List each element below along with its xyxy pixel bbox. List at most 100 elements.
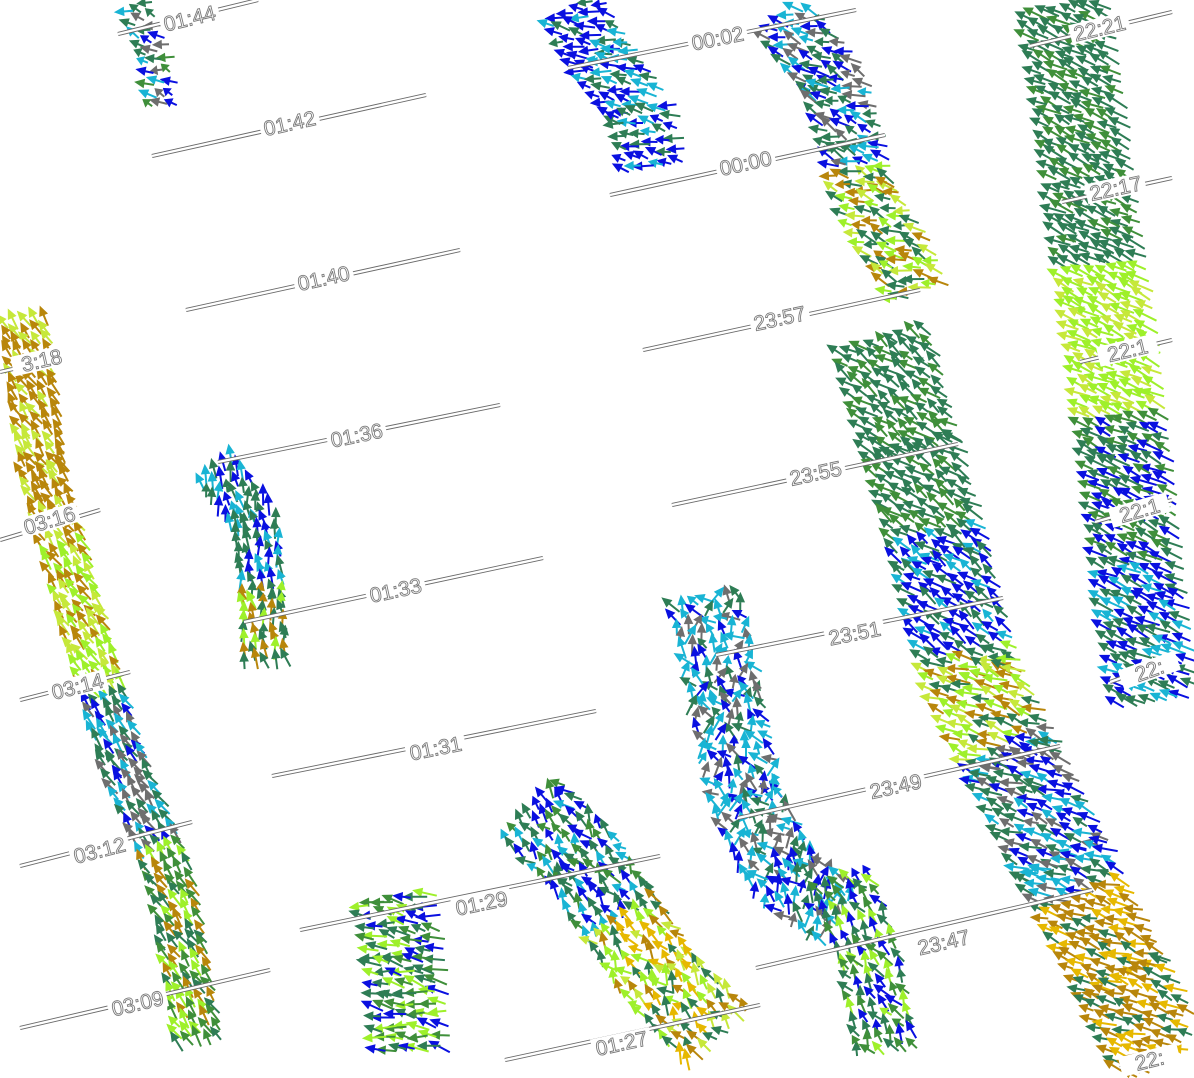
wind-vector-arrow — [772, 832, 782, 848]
wind-vector-arrow — [627, 95, 649, 105]
wind-vector-arrow — [844, 954, 864, 968]
wind-vector-arrow — [696, 1037, 712, 1053]
wind-vector-arrow — [898, 214, 920, 225]
wind-vector-arrow — [858, 1043, 876, 1055]
wind-vector-arrow — [1001, 802, 1017, 813]
wind-vector-arrow — [980, 621, 999, 632]
wind-vector-arrow — [656, 986, 673, 996]
wind-vector-arrow — [1179, 677, 1194, 687]
wind-vector-arrow — [126, 719, 141, 736]
wind-vector-arrow — [889, 980, 899, 996]
wind-vector-arrow — [868, 894, 888, 908]
wind-vector-arrow — [702, 1032, 718, 1041]
wind-vector-arrow — [887, 1002, 905, 1020]
wind-vector-arrow — [959, 558, 972, 571]
wind-vector-arrow — [630, 78, 649, 88]
wind-vector-arrow — [1124, 248, 1147, 258]
wind-vector-arrow — [891, 562, 903, 576]
wind-vector-arrow — [1066, 983, 1086, 994]
wind-vector-arrow — [550, 878, 560, 900]
wind-vector-track-map: 01:44 01:42 01:40 01:36 01:33 01:31 01:29 01:27… — [0, 0, 1194, 1078]
wind-vector-arrow — [878, 260, 893, 270]
wind-vector-arrow — [1174, 652, 1194, 662]
wind-vector-arrow — [206, 986, 216, 1002]
wind-vector-arrow — [1150, 432, 1169, 442]
wind-vector-arrow — [904, 370, 920, 380]
wind-vector-arrow — [1114, 159, 1135, 171]
wind-vector-arrow — [773, 910, 791, 921]
wind-vector-arrow — [805, 925, 814, 941]
wind-vector-arrow — [855, 188, 875, 203]
wind-vector-arrow — [358, 897, 385, 908]
wind-vector-arrow — [203, 1028, 212, 1046]
wind-vector-arrow — [860, 215, 877, 226]
wind-vector-arrow — [780, 816, 803, 826]
wind-vector-arrow — [1015, 785, 1033, 795]
wind-vector-arrow — [651, 123, 666, 133]
wind-vector-arrow — [924, 263, 943, 275]
wind-vector-arrow — [1104, 85, 1124, 95]
wind-vector-arrow — [1071, 827, 1094, 837]
wind-vector-arrow — [1149, 979, 1168, 991]
wind-vector-arrow — [649, 114, 664, 124]
wind-vector-arrow — [837, 218, 852, 228]
wind-vector-arrow — [822, 180, 838, 193]
wind-vector-arrow — [605, 27, 626, 37]
wind-vector-arrow — [159, 76, 178, 86]
wind-vector-arrow — [588, 940, 601, 957]
wind-vector-arrow — [609, 69, 627, 80]
wind-vector-arrow — [1085, 875, 1104, 885]
wind-vector-arrow — [130, 12, 145, 22]
wind-vector-arrow — [615, 76, 632, 86]
wind-vector-arrow — [863, 199, 879, 209]
wind-vector-arrow — [632, 64, 652, 74]
wind-vector-arrow — [869, 149, 890, 161]
wind-vector-arrow — [862, 339, 880, 349]
wind-vector-arrow — [865, 394, 882, 404]
wind-vector-arrow — [531, 795, 541, 811]
wind-vector-arrow — [868, 883, 880, 895]
wind-vector-arrow — [1090, 908, 1107, 919]
wind-vector-arrow — [774, 890, 785, 908]
wind-vector-arrow — [1101, 74, 1122, 84]
track-time-label: 00:02 — [690, 23, 746, 56]
wind-vector-arrow — [951, 729, 971, 739]
track-time-label: 03:14 — [49, 669, 106, 704]
wind-vector-arrow — [731, 610, 748, 619]
wind-vector-arrow — [838, 202, 855, 213]
wind-vector-arrow — [658, 109, 681, 120]
wind-vector-arrow — [927, 702, 945, 715]
wind-vector-arrow — [938, 632, 955, 641]
wind-vector-arrow — [812, 914, 823, 931]
wind-vector-arrow — [113, 6, 133, 17]
wind-vector-arrow — [576, 0, 593, 7]
wind-vector-arrow — [797, 840, 807, 857]
wind-vector-arrow — [259, 651, 270, 669]
wind-vector-arrow — [1171, 632, 1191, 642]
wind-vector-arrow — [927, 362, 944, 376]
wind-vector-arrow — [867, 1011, 882, 1021]
wind-vector-arrow — [1116, 917, 1139, 927]
wind-vector-arrow — [563, 884, 576, 901]
wind-vector-arrow — [996, 795, 1014, 805]
wind-vector-arrow — [118, 18, 136, 28]
wind-vector-arrow — [419, 932, 446, 942]
wind-vector-arrow — [137, 89, 157, 99]
track-time-label: 01:42 — [262, 107, 318, 141]
wind-vector-arrow — [1142, 375, 1165, 390]
wind-vector-arrow — [1035, 722, 1054, 733]
wind-vector-arrow — [1134, 300, 1153, 310]
wind-vector-arrow — [638, 71, 657, 82]
wind-vector-arrow — [578, 935, 598, 945]
wind-vector-arrow — [555, 8, 573, 19]
wind-vector-arrow — [724, 664, 735, 680]
wind-vector-arrow — [913, 320, 932, 336]
wind-vector-arrow — [752, 708, 770, 723]
wind-vector-arrow — [1059, 922, 1078, 932]
wind-vector-arrow — [1026, 855, 1042, 864]
wind-vector-arrow — [1133, 923, 1152, 933]
wind-vector-arrow — [783, 893, 794, 915]
wind-vector-arrow — [618, 888, 631, 900]
wind-vector-arrow — [898, 350, 913, 361]
wind-vector-arrow — [1088, 597, 1114, 613]
